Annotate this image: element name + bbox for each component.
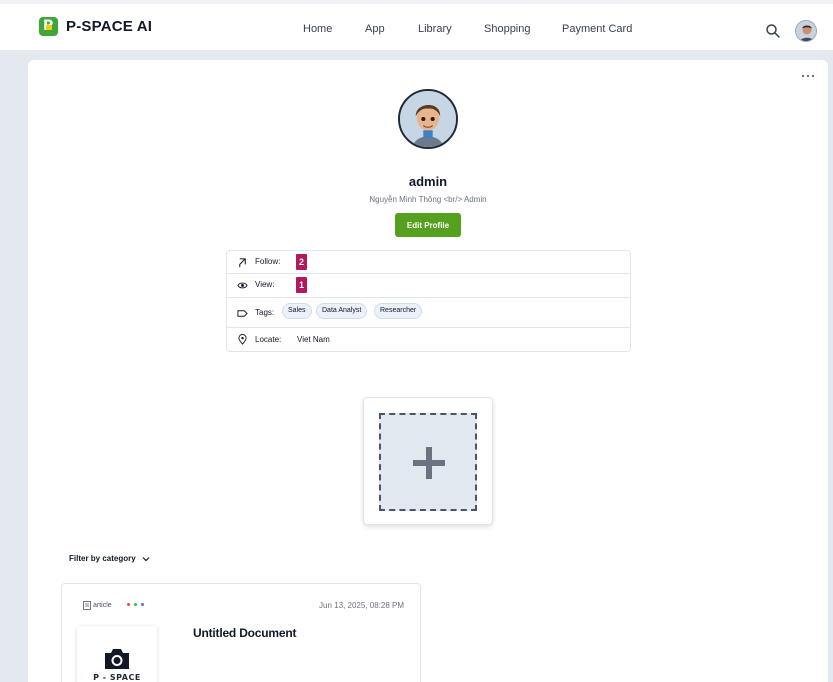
follow-label: Follow: bbox=[255, 257, 281, 266]
filter-by-category-dropdown[interactable]: Filter by category bbox=[69, 554, 150, 563]
top-navbar: P P-SPACE AI Home App Library Shopping P… bbox=[0, 0, 833, 50]
nav-home[interactable]: Home bbox=[303, 21, 332, 37]
tag-icon bbox=[237, 310, 248, 317]
tag-chip[interactable]: Sales bbox=[282, 303, 312, 319]
filter-label: Filter by category bbox=[69, 554, 136, 563]
info-row-follow: Follow: 2 bbox=[227, 251, 630, 274]
eye-icon bbox=[237, 282, 248, 289]
document-date: Jun 13, 2025, 08:28 PM bbox=[319, 601, 404, 610]
view-label: View: bbox=[255, 280, 275, 289]
view-count-badge: 1 bbox=[296, 277, 307, 293]
location-pin-icon bbox=[238, 334, 247, 345]
follow-icon bbox=[239, 258, 246, 268]
nav-payment-card[interactable]: Payment Card bbox=[562, 21, 632, 37]
more-options-icon[interactable] bbox=[800, 72, 816, 80]
tags-label: Tags: bbox=[255, 308, 275, 317]
document-thumbnail: P - SPACE bbox=[77, 626, 157, 682]
article-icon bbox=[83, 601, 91, 610]
profile-username: admin bbox=[408, 174, 448, 189]
info-row-tags: Tags: Sales Data Analyst Researcher bbox=[227, 298, 630, 328]
add-dropzone bbox=[379, 413, 477, 511]
document-type-label: article bbox=[93, 602, 112, 609]
add-content-button[interactable] bbox=[363, 397, 493, 525]
locate-value: Viet Nam bbox=[297, 335, 330, 344]
info-row-view: View: 1 bbox=[227, 274, 630, 298]
follow-count-badge: 2 bbox=[296, 254, 307, 270]
thumbnail-label: P - SPACE bbox=[93, 673, 141, 682]
profile-info-table: Follow: 2 View: 1 Tags: Sales Data Analy… bbox=[226, 250, 631, 352]
profile-subtitle: Nguyễn Minh Thông <br/> Admin bbox=[369, 195, 487, 204]
profile-card: admin Nguyễn Minh Thông <br/> Admin Edit… bbox=[28, 60, 828, 682]
user-avatar[interactable] bbox=[795, 20, 817, 42]
camera-icon bbox=[105, 649, 129, 669]
document-status-dots bbox=[127, 603, 144, 606]
info-row-locate: Locate: Viet Nam bbox=[227, 328, 630, 352]
search-icon[interactable] bbox=[765, 23, 781, 39]
document-card[interactable]: article Jun 13, 2025, 08:28 PM P - SPACE… bbox=[61, 583, 421, 682]
document-title[interactable]: Untitled Document bbox=[193, 626, 296, 640]
main-nav: Home App Library Shopping Payment Card bbox=[0, 21, 833, 37]
document-type: article bbox=[83, 601, 112, 610]
chevron-down-icon bbox=[142, 556, 150, 561]
locate-label: Locate: bbox=[255, 335, 282, 344]
nav-app[interactable]: App bbox=[365, 21, 385, 37]
tag-chip[interactable]: Researcher bbox=[374, 303, 423, 319]
edit-profile-button[interactable]: Edit Profile bbox=[395, 213, 461, 237]
nav-library[interactable]: Library bbox=[418, 21, 452, 37]
nav-shopping[interactable]: Shopping bbox=[484, 21, 531, 37]
tag-chip[interactable]: Data Analyst bbox=[316, 303, 368, 319]
profile-avatar bbox=[398, 89, 458, 149]
